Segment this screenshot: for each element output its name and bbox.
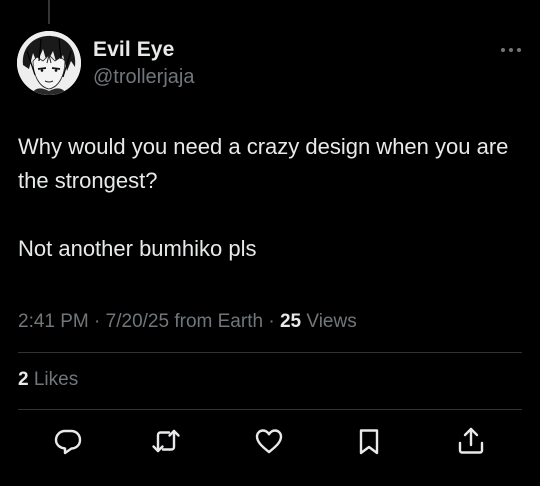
bookmark-icon — [359, 429, 379, 455]
reply-button[interactable] — [52, 425, 84, 457]
retweet-icon — [152, 429, 180, 453]
meta-separator: · — [94, 311, 101, 332]
heart-icon — [255, 429, 283, 454]
share-icon — [458, 427, 484, 454]
user-handle[interactable]: @trollerjaja — [93, 66, 194, 89]
avatar[interactable] — [17, 31, 81, 95]
retweet-button[interactable] — [150, 425, 182, 457]
reply-icon — [54, 429, 82, 455]
thread-connector-line — [48, 0, 50, 24]
more-options-icon[interactable] — [498, 40, 524, 60]
divider — [18, 409, 522, 410]
likes-count: 2 — [18, 369, 29, 390]
like-button[interactable] — [253, 425, 285, 457]
tweet-text: Why would you need a crazy design when y… — [18, 130, 518, 266]
tweet-date[interactable]: 7/20/25 — [106, 311, 169, 332]
tweet-paragraph: Why would you need a crazy design when y… — [18, 134, 509, 193]
tweet-source: from Earth — [174, 311, 264, 332]
views-count: 25 — [279, 311, 302, 332]
manga-face-avatar-icon — [17, 31, 81, 95]
views-label: Views — [306, 311, 357, 332]
meta-separator: · — [268, 311, 275, 332]
tweet-metadata: 2:41 PM · 7/20/25 from Earth · 25 Views — [18, 311, 357, 333]
display-name[interactable]: Evil Eye — [93, 38, 174, 62]
likes-link[interactable]: 2 Likes — [18, 369, 78, 391]
share-button[interactable] — [455, 425, 487, 457]
bookmark-button[interactable] — [353, 425, 385, 457]
likes-label: Likes — [33, 369, 79, 390]
divider — [18, 352, 522, 353]
tweet-time[interactable]: 2:41 PM — [18, 311, 89, 332]
tweet-paragraph: Not another bumhiko pls — [18, 236, 257, 261]
